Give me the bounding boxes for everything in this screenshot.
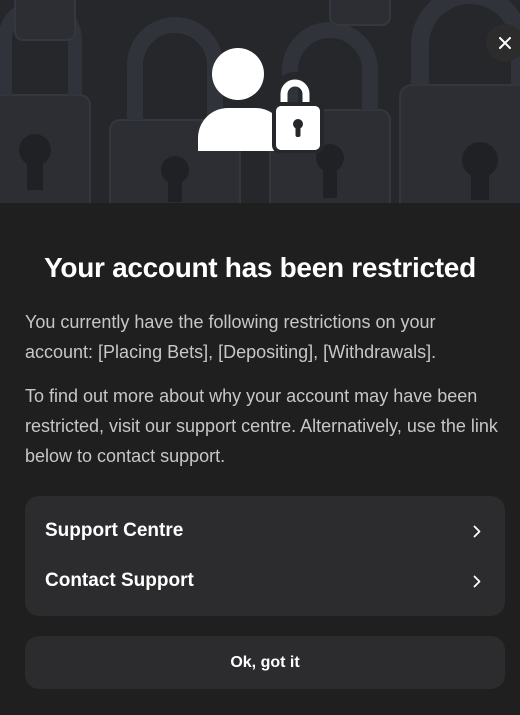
support-links-card: Support Centre Contact Support bbox=[25, 496, 505, 616]
support-centre-label: Support Centre bbox=[45, 520, 184, 541]
restrictions-text: You currently have the following restric… bbox=[25, 312, 437, 362]
user-locked-icon bbox=[198, 48, 324, 153]
restriction-dialog: Your account has been restricted You cur… bbox=[0, 0, 520, 715]
close-icon bbox=[499, 37, 511, 49]
close-button[interactable] bbox=[486, 24, 520, 62]
dialog-title: Your account has been restricted bbox=[44, 252, 476, 283]
support-info-text: To find out more about why your account … bbox=[25, 386, 498, 466]
chevron-right-icon bbox=[473, 525, 481, 538]
hero-banner bbox=[0, 0, 520, 203]
chevron-right-icon bbox=[473, 575, 481, 588]
contact-support-label: Contact Support bbox=[45, 570, 194, 591]
support-centre-link[interactable]: Support Centre bbox=[25, 509, 505, 553]
ok-got-it-button[interactable]: Ok, got it bbox=[25, 636, 505, 689]
contact-support-link[interactable]: Contact Support bbox=[25, 559, 505, 603]
